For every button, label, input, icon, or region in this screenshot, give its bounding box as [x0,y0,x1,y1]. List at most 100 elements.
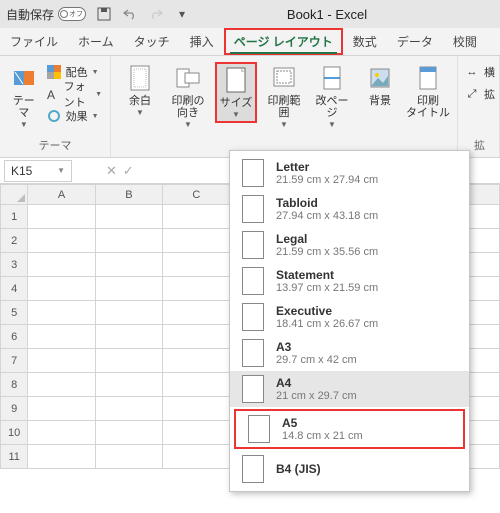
size-option-legal[interactable]: Legal21.59 cm x 35.56 cm [230,227,469,263]
cell[interactable] [163,373,230,397]
size-option-title: Statement [276,268,378,282]
cell[interactable] [95,445,162,469]
cell[interactable] [163,253,230,277]
col-header[interactable]: C [163,185,230,205]
autosave-toggle[interactable]: 自動保存 オフ [6,6,86,23]
cell[interactable] [163,445,230,469]
breaks-icon [318,64,346,92]
cell[interactable] [28,373,95,397]
cell[interactable] [95,349,162,373]
cell[interactable] [95,325,162,349]
cell[interactable] [163,349,230,373]
print-area-button[interactable]: 印刷範囲▼ [263,62,305,129]
size-option-a3[interactable]: A329.7 cm x 42 cm [230,335,469,371]
row-header[interactable]: 2 [1,229,28,253]
cell[interactable] [28,397,95,421]
fonts-icon: A [46,86,60,102]
tab-insert[interactable]: 挿入 [180,28,224,55]
cell[interactable] [163,277,230,301]
row-header[interactable]: 4 [1,277,28,301]
cell[interactable] [95,253,162,277]
cell[interactable] [95,397,162,421]
size-option-title: A5 [282,416,363,430]
cell[interactable] [163,397,230,421]
qat-customize-icon[interactable]: ▾ [174,6,190,22]
cell[interactable] [28,205,95,229]
row-header[interactable]: 1 [1,205,28,229]
cell[interactable] [28,253,95,277]
row-header[interactable]: 5 [1,301,28,325]
size-option-sub: 18.41 cm x 26.67 cm [276,318,378,330]
tab-touch[interactable]: タッチ [124,28,180,55]
undo-icon[interactable] [122,6,138,22]
cell[interactable] [163,325,230,349]
background-icon [366,64,394,92]
size-option-tabloid[interactable]: Tabloid27.94 cm x 43.18 cm [230,191,469,227]
tab-page-layout[interactable]: ページ レイアウト [224,28,343,55]
row-header[interactable]: 10 [1,421,28,445]
col-header[interactable]: B [95,185,162,205]
effects-button[interactable]: 効果▼ [46,106,102,126]
cell[interactable] [28,349,95,373]
cell[interactable] [95,229,162,253]
cell[interactable] [28,277,95,301]
row-header[interactable]: 6 [1,325,28,349]
colors-icon [46,64,62,80]
row-header[interactable]: 7 [1,349,28,373]
tab-data[interactable]: データ [387,28,443,55]
cancel-icon[interactable]: ✕ [106,163,117,179]
cell[interactable] [95,373,162,397]
size-option-b4-jis-[interactable]: B4 (JIS) [230,451,469,487]
cell[interactable] [95,205,162,229]
cell[interactable] [163,421,230,445]
cell[interactable] [95,277,162,301]
cell[interactable] [28,325,95,349]
size-option-a5[interactable]: A514.8 cm x 21 cm [234,409,465,449]
tab-review[interactable]: 校閲 [443,28,487,55]
cell[interactable] [163,205,230,229]
orientation-button[interactable]: 印刷の 向き▼ [167,62,209,129]
size-button[interactable]: サイズ▼ [215,62,257,123]
save-icon[interactable] [96,6,112,22]
width-icon: ↔ [464,64,480,80]
row-header[interactable]: 3 [1,253,28,277]
width-row[interactable]: ↔ 横 [464,62,495,82]
margins-button[interactable]: 余白▼ [119,62,161,117]
cell[interactable] [95,421,162,445]
scale-row[interactable]: ⤢ 拡 [464,84,495,104]
size-option-executive[interactable]: Executive18.41 cm x 26.67 cm [230,299,469,335]
autosave-switch[interactable]: オフ [58,7,86,21]
tab-home[interactable]: ホーム [68,28,124,55]
cell[interactable] [95,301,162,325]
size-option-letter[interactable]: Letter21.59 cm x 27.94 cm [230,155,469,191]
row-header[interactable]: 8 [1,373,28,397]
select-all-corner[interactable] [1,185,28,205]
page-icon [248,415,270,443]
size-option-title: A3 [276,340,357,354]
cell[interactable] [163,229,230,253]
print-titles-icon [414,64,442,92]
row-header[interactable]: 11 [1,445,28,469]
page-icon [242,455,264,483]
size-option-sub: 21.59 cm x 35.56 cm [276,246,378,258]
themes-button[interactable]: テーマ ▼ [8,62,40,129]
tab-formulas[interactable]: 数式 [343,28,387,55]
cell[interactable] [28,445,95,469]
cell[interactable] [28,421,95,445]
name-box[interactable]: K15▼ [4,160,72,182]
size-option-a4[interactable]: A421 cm x 29.7 cm [230,371,469,407]
tab-file[interactable]: ファイル [0,28,68,55]
size-icon [222,66,250,94]
cell[interactable] [163,301,230,325]
cell[interactable] [28,301,95,325]
row-header[interactable]: 9 [1,397,28,421]
cell[interactable] [28,229,95,253]
breaks-button[interactable]: 改ページ▼ [311,62,353,129]
background-button[interactable]: 背景 [359,62,401,107]
print-titles-button[interactable]: 印刷 タイトル [407,62,449,119]
size-option-statement[interactable]: Statement13.97 cm x 21.59 cm [230,263,469,299]
col-header[interactable]: A [28,185,95,205]
fonts-button[interactable]: A フォント▼ [46,84,102,104]
enter-icon[interactable]: ✓ [123,163,134,179]
redo-icon[interactable] [148,6,164,22]
